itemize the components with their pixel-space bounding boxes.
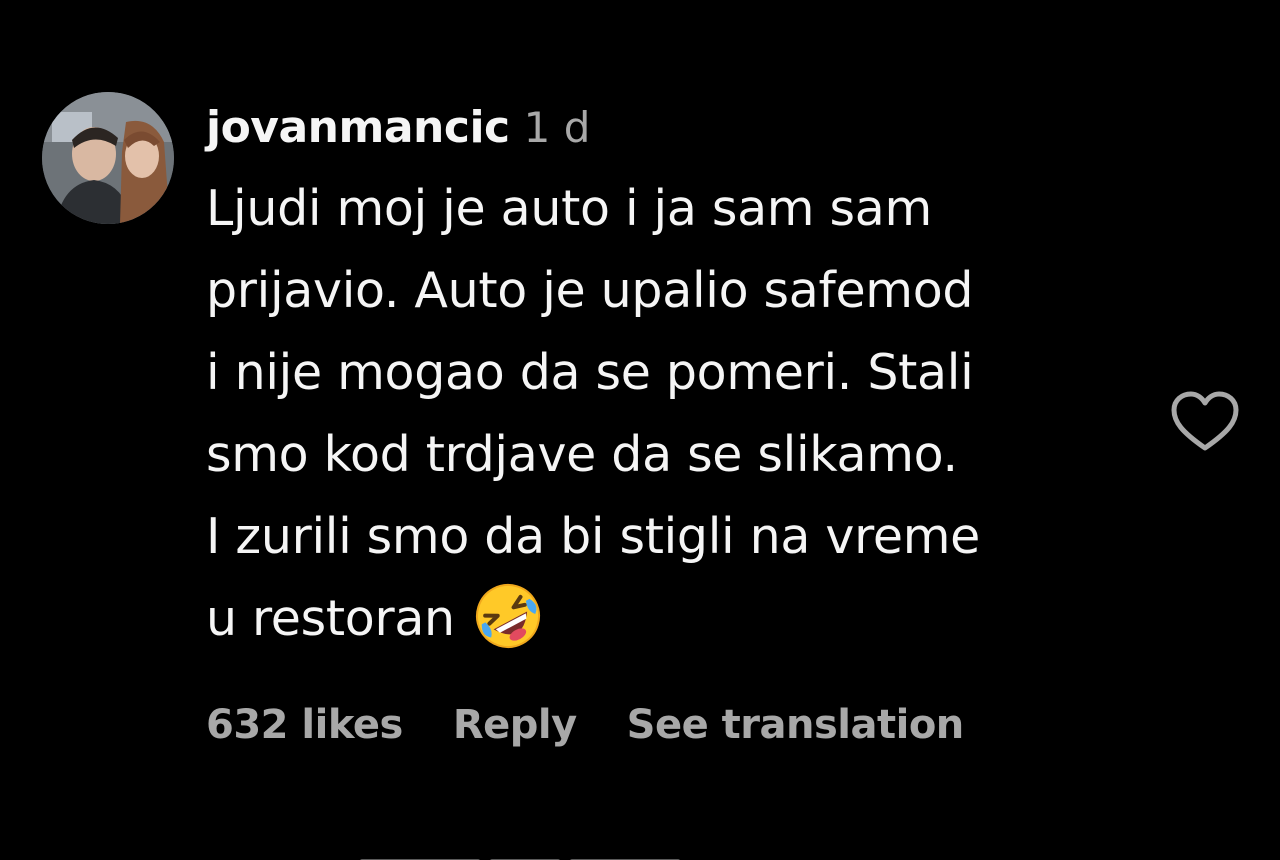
comment-line: I zurili smo da bi stigli na vreme [206,508,980,565]
comment-meta: jovanmancic 1 d [206,102,1156,164]
comment-actions: 632 likes Reply See translation [206,702,1156,748]
comment-line: smo kod trdjave da se slikamo. [206,426,958,483]
rolling-on-floor-laughing-emoji [473,581,543,651]
comment-line: prijavio. Auto je upalio safemod [206,262,974,319]
comment-line: i nije mogao da se pomeri. Stali [206,344,974,401]
username[interactable]: jovanmancic [206,102,510,153]
comment-text: Ljudi moj je auto i ja sam sam prijavio.… [206,168,1156,660]
likes-count[interactable]: 632 likes [206,702,403,748]
see-translation-button[interactable]: See translation [627,702,965,748]
avatar-photo [42,92,174,224]
comment-line-last: u restoran [206,578,1156,660]
next-comment-partial [360,852,720,860]
avatar[interactable] [42,92,174,224]
comment-line: Ljudi moj je auto i ja sam sam [206,180,932,237]
timestamp[interactable]: 1 d [524,103,591,152]
reply-button[interactable]: Reply [453,702,577,748]
heart-icon[interactable] [1170,390,1240,454]
comment-body: jovanmancic 1 d Ljudi moj je auto i ja s… [206,102,1156,748]
comment-line: u restoran [206,590,455,647]
comment: jovanmancic 1 d Ljudi moj je auto i ja s… [40,88,1250,788]
